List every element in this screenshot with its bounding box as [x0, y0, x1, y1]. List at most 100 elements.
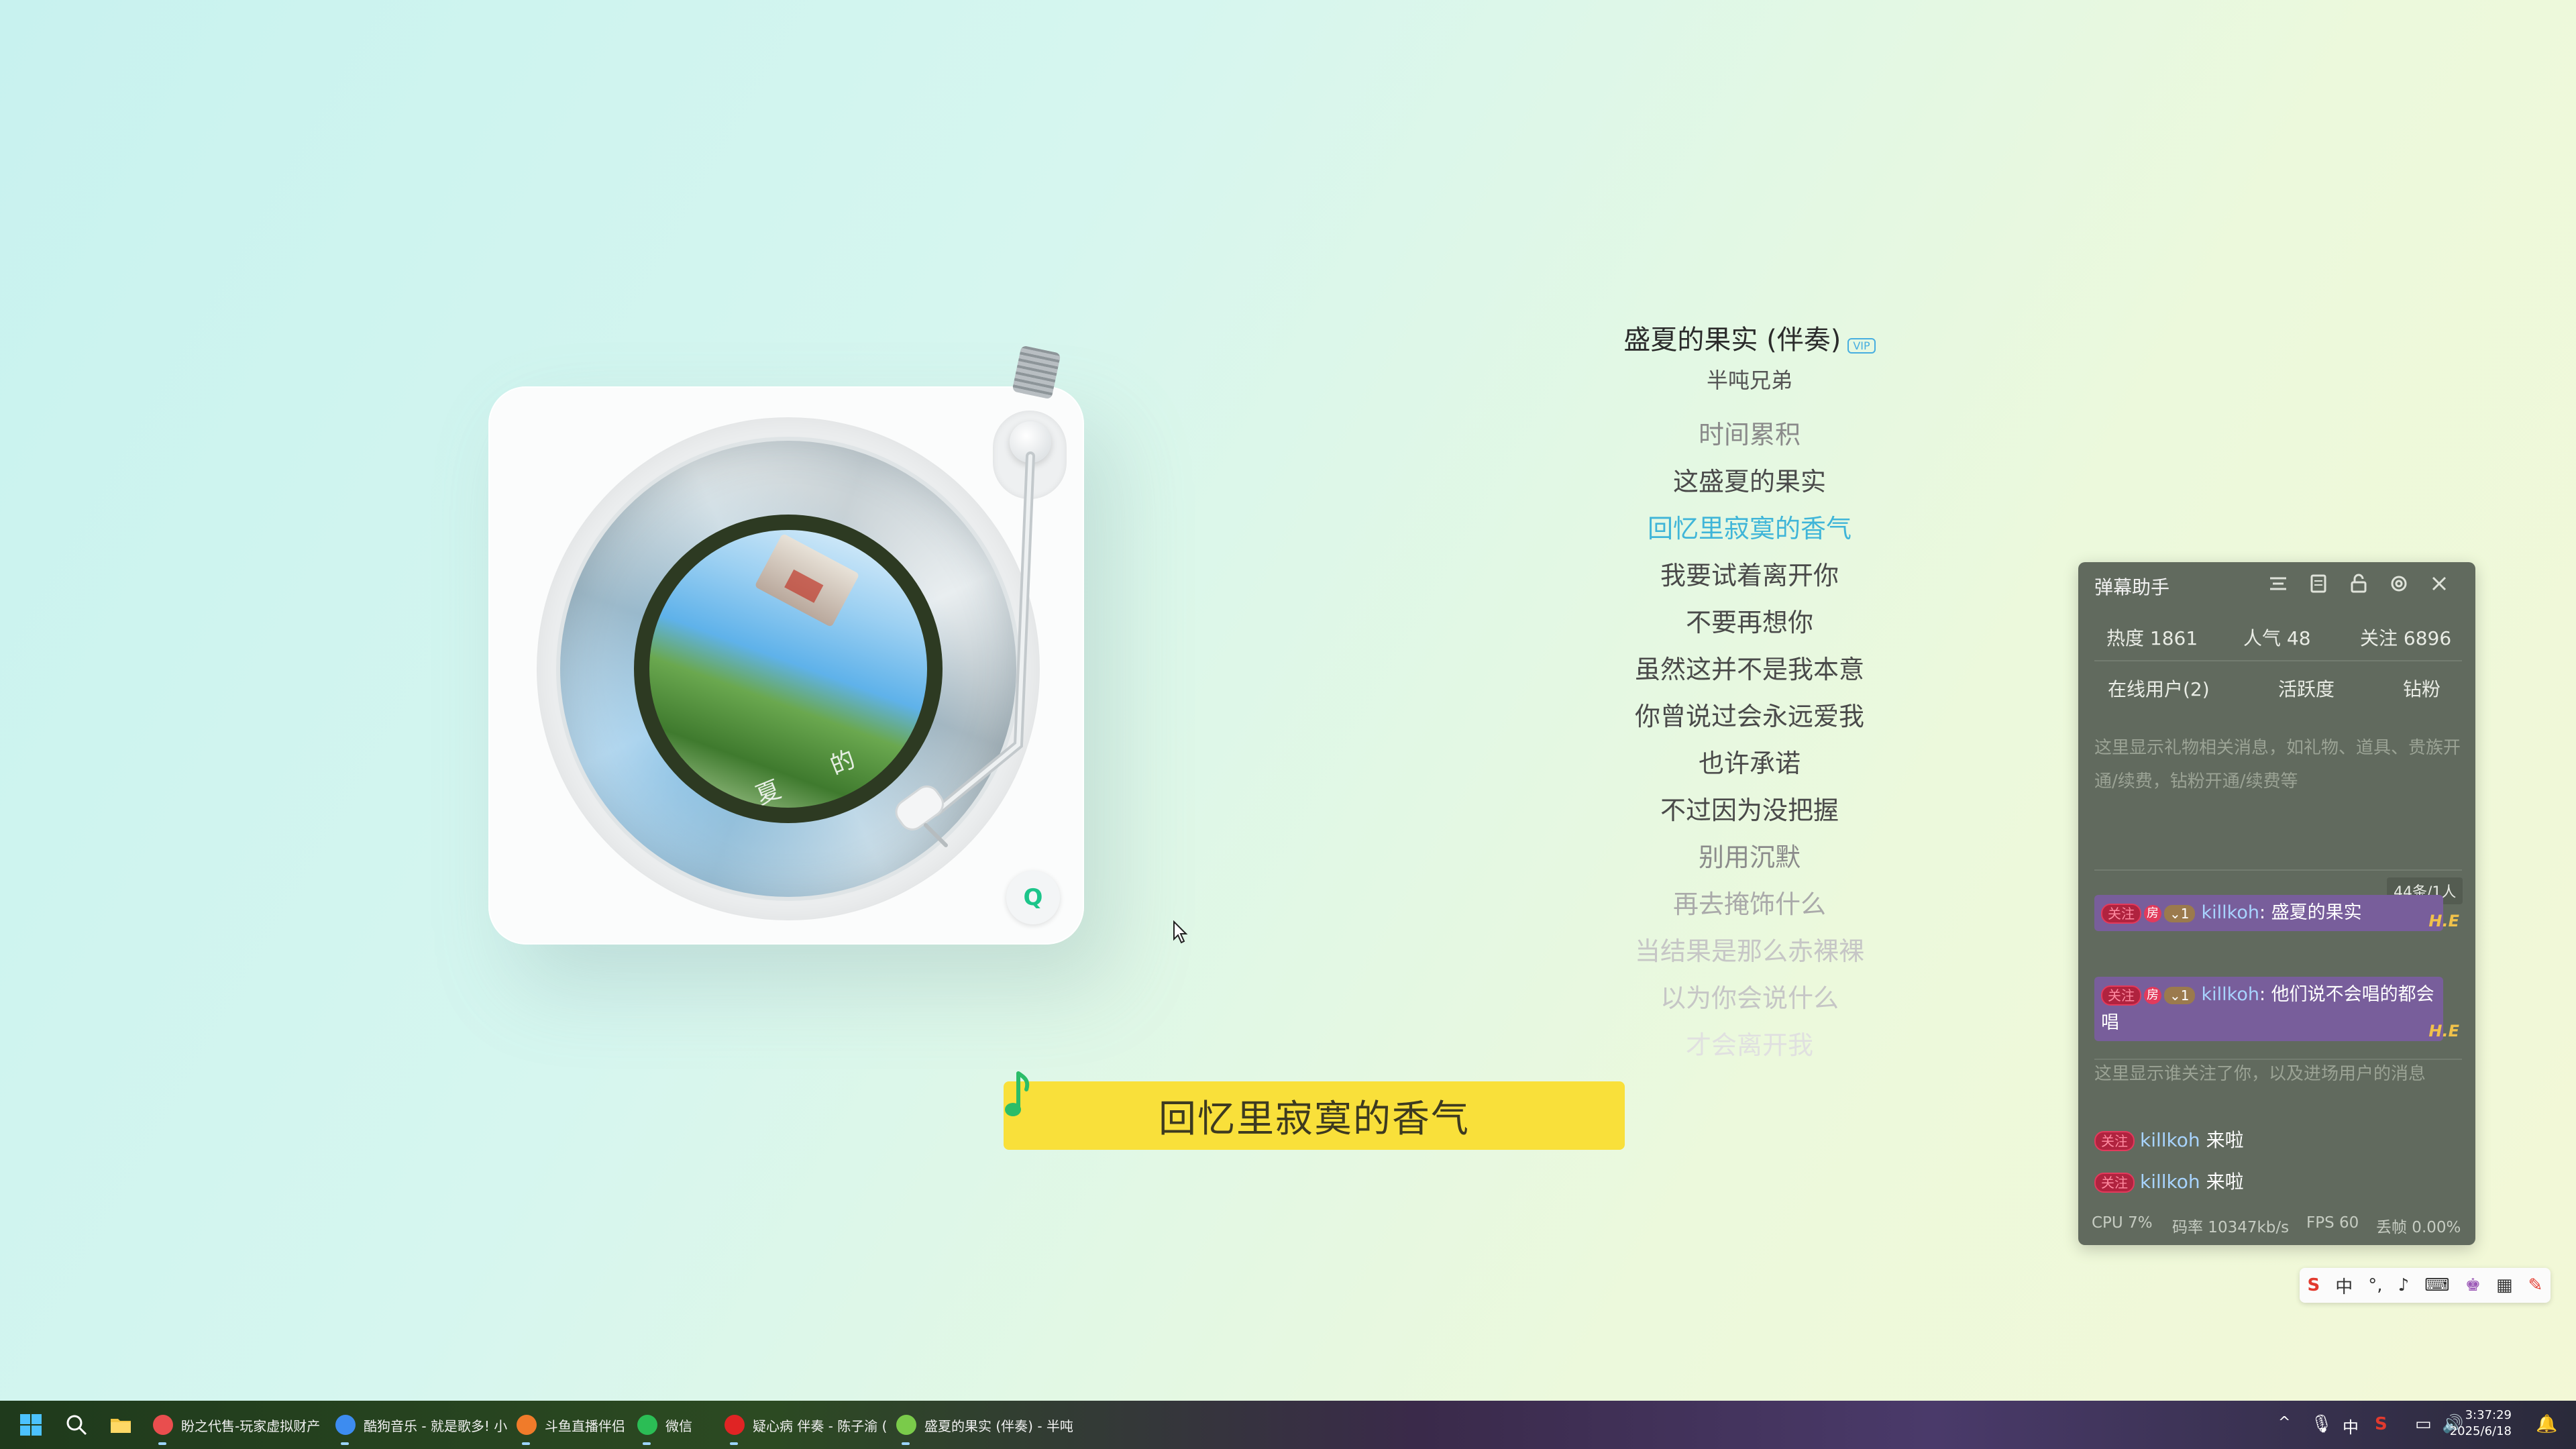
fps: FPS 60	[2306, 1214, 2359, 1232]
level-badge: ⌄1	[2164, 904, 2195, 922]
stat-heat: 热度 1861	[2106, 627, 2198, 649]
filter-icon[interactable]	[2266, 572, 2290, 596]
song-title: 盛夏的果实 (伴奏)	[1623, 325, 1841, 356]
lyric-line[interactable]: 才会离开我	[1543, 1028, 1956, 1075]
gift-messages-placeholder: 这里显示礼物相关消息，如礼物、道具、贵族开通/续费，钻粉开通/续费等	[2094, 738, 2461, 792]
lyric-line[interactable]: 时间累积	[1543, 417, 1956, 464]
follow-messages-placeholder: 这里显示谁关注了你，以及进场用户的消息	[2094, 1064, 2426, 1084]
tab-online-users[interactable]: 在线用户(2)	[2108, 675, 2210, 702]
app-icon	[724, 1415, 745, 1435]
enter-username[interactable]: killkoh	[2140, 1129, 2200, 1151]
enter-text: 来啦	[2206, 1171, 2244, 1193]
lyric-line[interactable]: 以为你会说什么	[1543, 981, 1956, 1028]
lyric-line[interactable]: 你曾说过会永远爱我	[1543, 699, 1956, 746]
network-icon[interactable]: ▭	[2415, 1414, 2432, 1434]
cpu-usage: CPU 7%	[2092, 1214, 2153, 1232]
lyric-line[interactable]: 也许承诺	[1543, 746, 1956, 793]
lyric-line[interactable]: 不要再想你	[1543, 605, 1956, 652]
lyric-line[interactable]: 不过因为没把握	[1543, 793, 1956, 840]
note-icon[interactable]	[2306, 572, 2330, 596]
taskbar-app-label: 盛夏的果实 (伴奏) - 半吨	[924, 1417, 1073, 1434]
enter-text: 来啦	[2206, 1129, 2244, 1151]
windows-start-icon[interactable]	[19, 1413, 43, 1437]
tab-activity[interactable]: 活跃度	[2278, 675, 2334, 702]
app-icon	[335, 1415, 356, 1435]
level-badge: ⌄1	[2164, 986, 2195, 1004]
enter-username[interactable]: killkoh	[2140, 1171, 2200, 1193]
follow-badge: 关注	[2094, 1173, 2135, 1193]
tray-mic-icon[interactable]: 🎙	[2310, 1414, 2332, 1434]
tray-ime-indicator[interactable]: 中	[2343, 1414, 2359, 1438]
divider	[2094, 1059, 2462, 1060]
room-badge: 房	[2144, 986, 2161, 1004]
song-artist[interactable]: 半吨兄弟	[1543, 364, 1956, 394]
app-icon	[896, 1415, 916, 1435]
taskbar-app-label: 疑心病 伴奏 - 陈子渝 (	[753, 1417, 888, 1434]
q-logo-icon: Q	[1023, 884, 1043, 911]
lyric-line[interactable]: 再去掩饰什么	[1543, 887, 1956, 934]
unlock-icon[interactable]	[2347, 572, 2371, 596]
lyric-line[interactable]: 这盛夏的果实	[1543, 464, 1956, 511]
notification-bell-icon[interactable]: 🔔	[2536, 1414, 2557, 1434]
sogou-logo-icon[interactable]: S	[2308, 1275, 2320, 1295]
stat-follows: 关注 6896	[2360, 627, 2452, 649]
microphone-icon[interactable]: ♪	[2398, 1275, 2410, 1295]
system-clock[interactable]: 3:37:29 2025/6/18	[2450, 1407, 2512, 1440]
song-header: 盛夏的果实 (伴奏) VIP 半吨兄弟	[1543, 318, 1956, 394]
running-indicator	[522, 1442, 530, 1445]
lyric-line[interactable]: 当结果是那么赤裸裸	[1543, 934, 1956, 981]
cover-house-image	[754, 533, 860, 628]
taskbar-app[interactable]: 盼之代售-玩家虚拟财产	[153, 1411, 320, 1445]
app-icon	[153, 1415, 173, 1435]
ime-mode-chinese[interactable]: 中	[2335, 1273, 2353, 1298]
chat-message[interactable]: 关注房 ⌄1 killkoh: 他们说不会唱的都会唱 H.E	[2094, 977, 2459, 1041]
taskbar-app[interactable]: 盛夏的果实 (伴奏) - 半吨	[896, 1411, 1073, 1445]
running-indicator	[341, 1442, 349, 1445]
lyric-line[interactable]: 别用沉默	[1543, 840, 1956, 887]
taskbar-app-label: 微信	[665, 1417, 692, 1434]
follow-badge: 关注	[2101, 903, 2141, 924]
enter-message[interactable]: 关注 killkoh 来啦	[2094, 1167, 2244, 1194]
he-mark: H.E	[2428, 1022, 2459, 1040]
keyboard-icon[interactable]: ⌨	[2424, 1275, 2450, 1295]
divider	[2094, 660, 2462, 661]
handwriting-icon[interactable]: ✎	[2528, 1275, 2543, 1295]
chat-username[interactable]: killkoh	[2202, 902, 2259, 923]
lyric-line[interactable]: 回忆里寂寞的香气	[1543, 511, 1956, 558]
skin-icon[interactable]: ♚	[2465, 1275, 2481, 1295]
file-explorer-icon[interactable]	[109, 1413, 133, 1437]
running-indicator	[158, 1442, 166, 1445]
clock-time: 3:37:29	[2465, 1408, 2512, 1422]
chat-message[interactable]: 关注房 ⌄1 killkoh: 盛夏的果实 H.E	[2094, 895, 2459, 931]
taskbar-app[interactable]: 疑心病 伴奏 - 陈子渝 (	[724, 1411, 888, 1445]
taskbar: 盼之代售-玩家虚拟财产 酷狗音乐 - 就是歌多! 小 斗鱼直播伴侣 微信 疑心病 伴奏 …	[0, 1401, 2576, 1449]
punctuation-icon[interactable]: °,	[2368, 1275, 2382, 1295]
lyric-line[interactable]: 虽然这并不是我本意	[1543, 652, 1956, 699]
taskbar-app-label: 斗鱼直播伴侣	[545, 1417, 625, 1434]
divider	[2094, 869, 2462, 871]
tonearm[interactable]	[872, 429, 1073, 859]
clock-date: 2025/6/18	[2449, 1424, 2512, 1438]
tray-expand-icon[interactable]: ^	[2278, 1414, 2290, 1431]
chat-text: : 盛夏的果实	[2259, 902, 2362, 923]
toolbox-icon[interactable]: ▦	[2496, 1275, 2513, 1295]
search-icon[interactable]	[64, 1413, 89, 1437]
ime-toolbar[interactable]: S 中 °, ♪ ⌨ ♚ ▦ ✎	[2300, 1268, 2551, 1303]
app-icon	[517, 1415, 537, 1435]
taskbar-app[interactable]: 斗鱼直播伴侣	[517, 1411, 625, 1445]
play-button[interactable]: Q	[1006, 871, 1060, 924]
close-icon[interactable]	[2427, 572, 2451, 596]
follow-badge: 关注	[2101, 985, 2141, 1006]
taskbar-app[interactable]: 酷狗音乐 - 就是歌多! 小	[335, 1411, 508, 1445]
tab-diamond-fans[interactable]: 钻粉	[2403, 675, 2440, 702]
enter-message[interactable]: 关注 killkoh 来啦	[2094, 1126, 2244, 1152]
tray-sogou-icon[interactable]: S	[2375, 1414, 2387, 1434]
desktop-lyric-banner[interactable]: 回忆里寂寞的香气	[1004, 1081, 1625, 1150]
chat-username[interactable]: killkoh	[2202, 984, 2259, 1005]
taskbar-app[interactable]: 微信	[637, 1411, 692, 1445]
dropped-frames: 丢帧 0.00%	[2376, 1219, 2461, 1236]
lyrics-list[interactable]: 时间累积 这盛夏的果实 回忆里寂寞的香气 我要试着离开你 不要再想你 虽然这并不是我本意你…	[1543, 417, 1956, 1075]
taskbar-app-label: 酷狗音乐 - 就是歌多! 小	[364, 1417, 508, 1434]
lyric-line[interactable]: 我要试着离开你	[1543, 558, 1956, 605]
settings-icon[interactable]	[2387, 572, 2411, 596]
